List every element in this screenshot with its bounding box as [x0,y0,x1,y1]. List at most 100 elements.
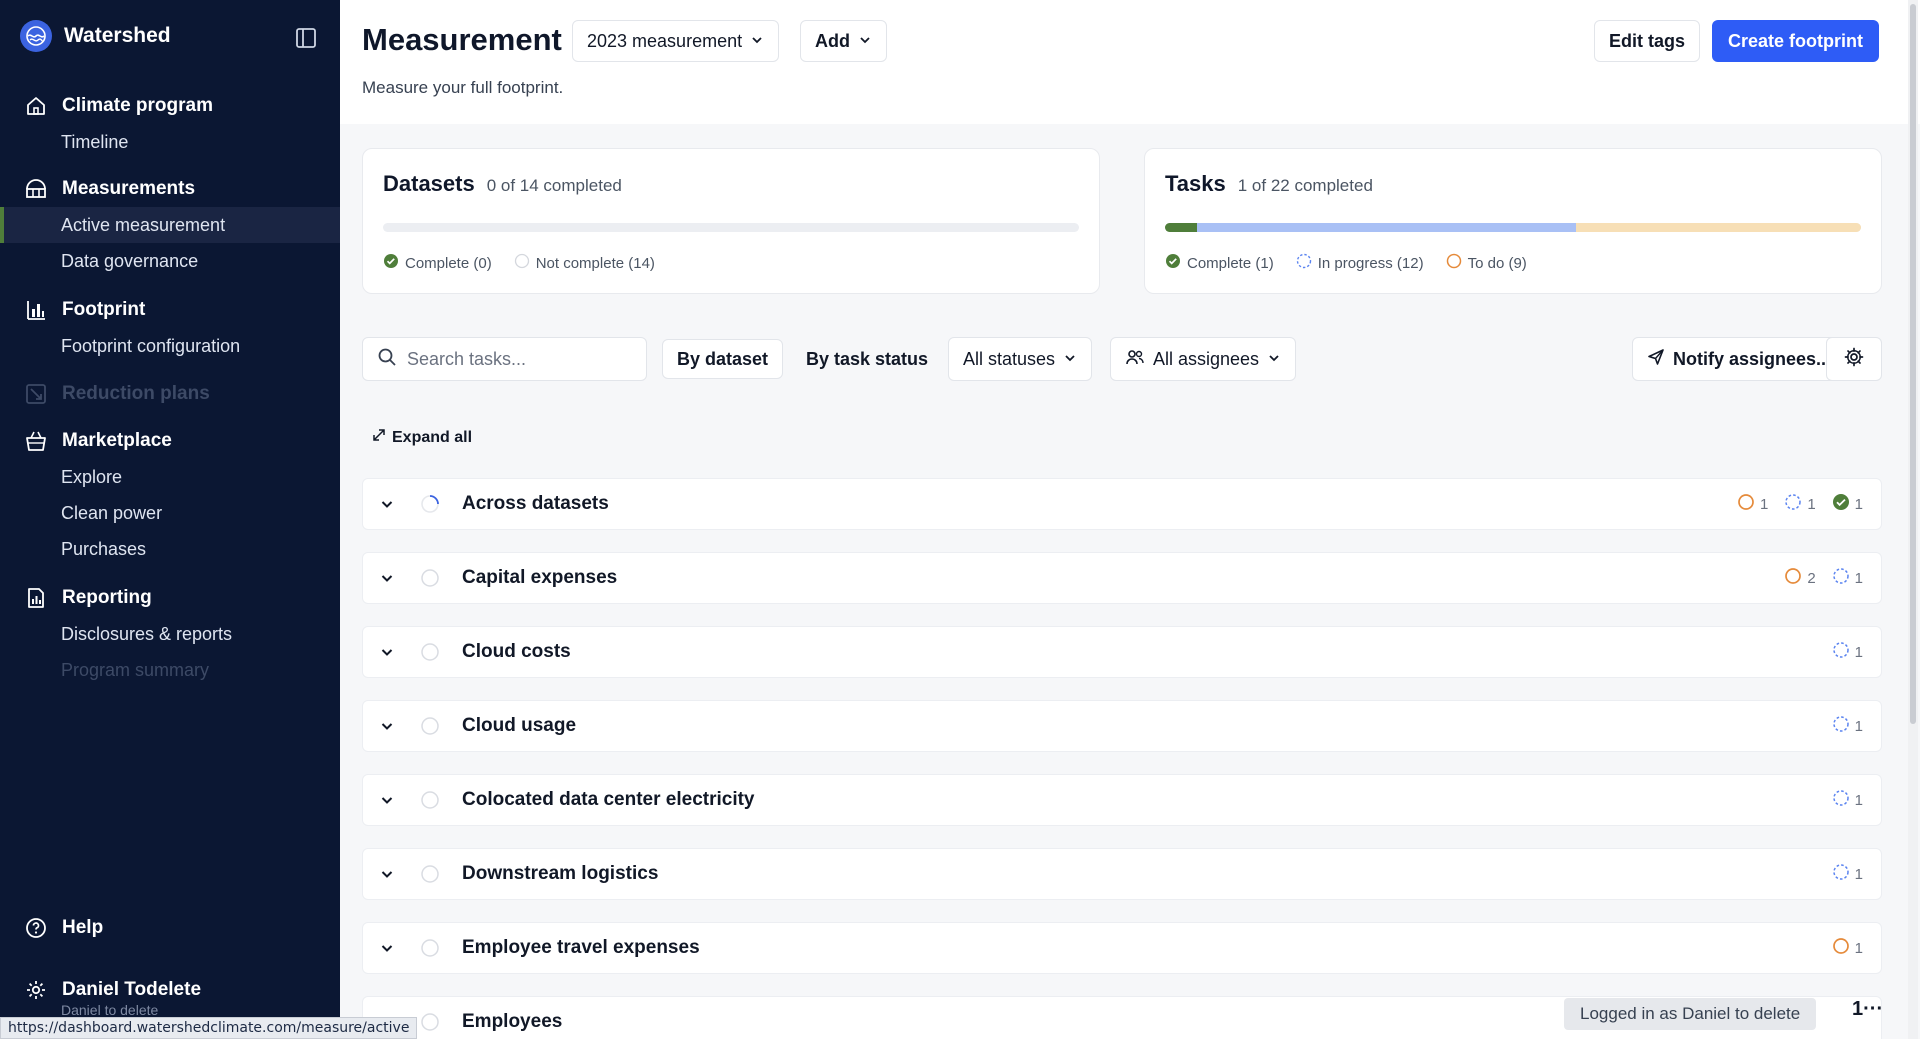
nav-item-footprint[interactable]: Footprint [0,292,340,328]
dataset-row[interactable]: Colocated data center electricity 1 [362,774,1882,826]
nav-item-explore[interactable]: Explore [0,459,340,495]
dataset-name: Cloud costs [462,641,571,662]
nav-footprint: Footprint Footprint configuration [0,292,340,364]
legend-in-progress: In progress (12) [1296,253,1424,273]
task-counts: 1 [1832,937,1863,959]
search-placeholder: Search tasks... [407,348,527,369]
settings-button[interactable] [1826,337,1882,381]
nav-item-marketplace[interactable]: Marketplace [0,423,340,459]
nav-item-data-governance[interactable]: Data governance [0,243,340,279]
task-count: 1 [1832,863,1863,885]
status-circle-icon [420,790,440,810]
sidebar: Watershed Climate program Timeline Measu… [0,0,340,1039]
dataset-row[interactable]: Downstream logistics 1 [362,848,1882,900]
dataset-row[interactable]: Cloud costs 1 [362,626,1882,678]
legend-complete: Complete (0) [383,253,492,273]
in-progress-icon [1784,493,1802,515]
statuses-filter[interactable]: All statuses [948,337,1093,381]
create-footprint-button[interactable]: Create footprint [1712,20,1879,62]
chevron-down-icon[interactable] [375,640,399,664]
basket-icon [24,429,48,453]
nav-item-help[interactable]: Help [0,910,340,946]
nav-item-climate-program[interactable]: Climate program [0,88,340,124]
legend-to-do: To do (9) [1446,253,1527,273]
nav-label: Measurements [62,178,196,199]
scrollbar-thumb[interactable] [1910,4,1916,724]
nav-item-timeline[interactable]: Timeline [0,124,340,160]
chevron-down-icon [750,31,764,52]
scrollbar[interactable] [1908,0,1918,1039]
search-input[interactable]: Search tasks... [362,337,647,381]
dataset-row[interactable]: Employee travel expenses 1 [362,922,1882,974]
expand-all-label: Expand all [392,428,473,446]
dataset-row[interactable]: Capital expenses 2 1 [362,552,1882,604]
check-circle-icon [383,253,399,273]
chevron-down-icon[interactable] [375,714,399,738]
nav-user: Daniel Todelete Daniel to delete [0,972,340,1018]
tab-by-dataset[interactable]: By dataset [662,339,784,379]
dataset-row[interactable]: Across datasets 1 1 1 [362,478,1882,530]
nav-item-measurements[interactable]: Measurements [0,171,340,207]
datasets-progress-bar [383,223,1079,232]
notify-assignees-button[interactable]: Notify assignees... [1632,337,1847,381]
chevron-down-icon[interactable] [375,936,399,960]
in-progress-icon [1832,567,1850,589]
tasks-card: Tasks 1 of 22 completed Complete (1) In … [1144,148,1882,294]
nav-reporting: Reporting Disclosures & reports Program … [0,580,340,688]
datasets-summary: 0 of 14 completed [486,176,622,195]
nav-item-disclosures-reports[interactable]: Disclosures & reports [0,616,340,652]
task-count: 1 [1832,641,1863,663]
chevron-down-icon[interactable] [375,566,399,590]
legend-complete-label: Complete (0) [405,254,492,272]
assignees-filter-label: All assignees [1153,348,1260,369]
measurement-select[interactable]: 2023 measurement [572,20,780,62]
nav-item-reporting[interactable]: Reporting [0,580,340,616]
expand-all-button[interactable]: Expand all [372,428,472,447]
nav-label: Footprint [62,299,146,320]
nav-label: Climate program [62,95,213,116]
search-icon [377,347,397,372]
chevron-down-icon[interactable] [375,492,399,516]
chevron-down-icon[interactable] [375,862,399,886]
status-circle-icon [420,1012,440,1032]
nav-label: Marketplace [62,430,172,451]
collapse-sidebar-icon[interactable] [294,26,318,50]
send-icon [1647,348,1665,371]
task-count-value: 1 [1854,643,1863,661]
user-name: Daniel Todelete [62,979,202,1000]
more-menu[interactable]: 1··· [1852,998,1883,1021]
add-button[interactable]: Add [800,20,887,62]
in-progress-icon [1832,641,1850,663]
progress-complete [1165,223,1197,232]
to-do-icon [1784,567,1802,589]
nav-item-active-measurement[interactable]: Active measurement [0,207,340,243]
datasets-card: Datasets 0 of 14 completed Complete (0) … [362,148,1100,294]
legend-not-complete-label: Not complete (14) [535,254,655,272]
task-count-value: 1 [1854,939,1863,957]
brand[interactable]: Watershed [20,20,171,52]
dataset-name: Downstream logistics [462,863,659,884]
dataset-name: Employee travel expenses [462,937,700,958]
tasks-progress-bar [1165,223,1861,232]
nav-marketplace: Marketplace Explore Clean power Purchase… [0,423,340,567]
tasks-card-title: Tasks 1 of 22 completed [1165,171,1373,197]
progress-to-do [1576,223,1861,232]
chevron-down-icon [858,31,872,52]
task-count-value: 1 [1807,495,1816,513]
page-subtitle: Measure your full footprint. [362,78,564,97]
notify-label: Notify assignees... [1673,348,1832,369]
chevron-down-icon[interactable] [375,788,399,812]
nav-item-clean-power[interactable]: Clean power [0,495,340,531]
nav-item-footprint-configuration[interactable]: Footprint configuration [0,328,340,364]
nav-item-reduction-plans: Reduction plans [0,376,340,412]
assignees-filter[interactable]: All assignees [1110,337,1297,381]
task-counts: 1 [1832,641,1863,663]
add-label: Add [815,30,850,51]
task-count: 1 [1784,493,1816,515]
dataset-row[interactable]: Cloud usage 1 [362,700,1882,752]
watershed-logo-icon [20,20,52,52]
tab-by-task-status[interactable]: By task status [792,339,942,379]
edit-tags-button[interactable]: Edit tags [1594,20,1701,62]
task-count-value: 1 [1854,495,1863,513]
nav-item-purchases[interactable]: Purchases [0,531,340,567]
